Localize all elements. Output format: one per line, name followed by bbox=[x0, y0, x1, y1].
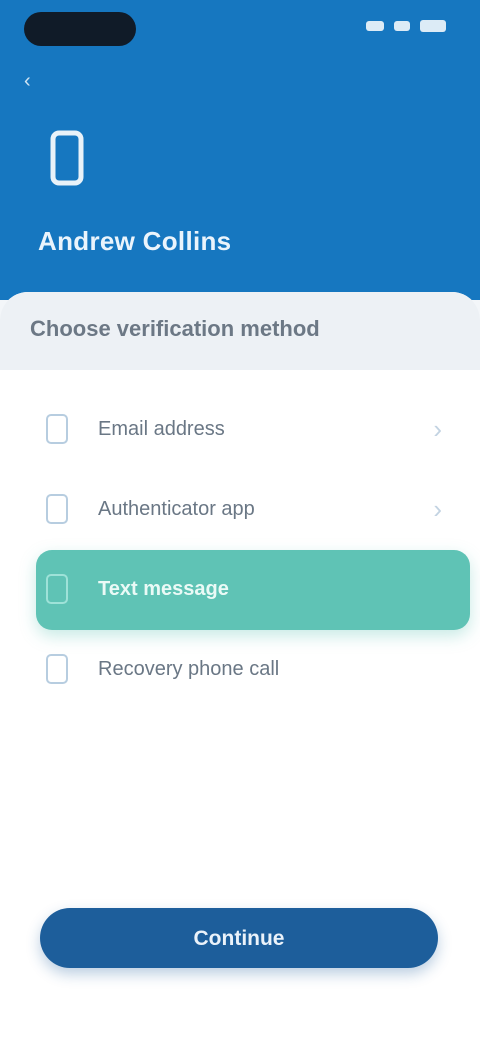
battery-icon bbox=[420, 20, 446, 32]
status-icons bbox=[366, 20, 446, 32]
chevron-right-icon: › bbox=[433, 414, 442, 444]
header: ‹ Andrew Collins bbox=[0, 0, 480, 300]
option-label: Recovery phone call bbox=[98, 658, 280, 680]
option-authenticator[interactable]: Authenticator app › bbox=[36, 470, 470, 550]
option-label: Email address bbox=[98, 418, 225, 440]
sms-icon bbox=[46, 574, 68, 604]
status-bar bbox=[0, 0, 480, 60]
option-email[interactable]: Email address › bbox=[36, 390, 470, 470]
card-title: Choose verification method bbox=[30, 316, 320, 341]
card-header: Choose verification method bbox=[0, 292, 480, 370]
option-phone-call[interactable]: Recovery phone call bbox=[36, 630, 470, 710]
mail-icon bbox=[46, 414, 68, 444]
app-icon bbox=[46, 494, 68, 524]
phone-icon bbox=[46, 654, 68, 684]
continue-button[interactable]: Continue bbox=[40, 908, 438, 968]
option-label: Authenticator app bbox=[98, 498, 255, 520]
option-text-message[interactable]: Text message bbox=[36, 550, 470, 630]
option-label: Text message bbox=[98, 578, 229, 600]
status-time-pill bbox=[24, 12, 136, 46]
chevron-right-icon: › bbox=[433, 494, 442, 524]
wifi-icon bbox=[394, 21, 410, 31]
phone-icon bbox=[50, 130, 84, 186]
user-name: Andrew Collins bbox=[38, 226, 232, 256]
signal-icon bbox=[366, 21, 384, 31]
back-button[interactable]: ‹ bbox=[24, 70, 31, 93]
